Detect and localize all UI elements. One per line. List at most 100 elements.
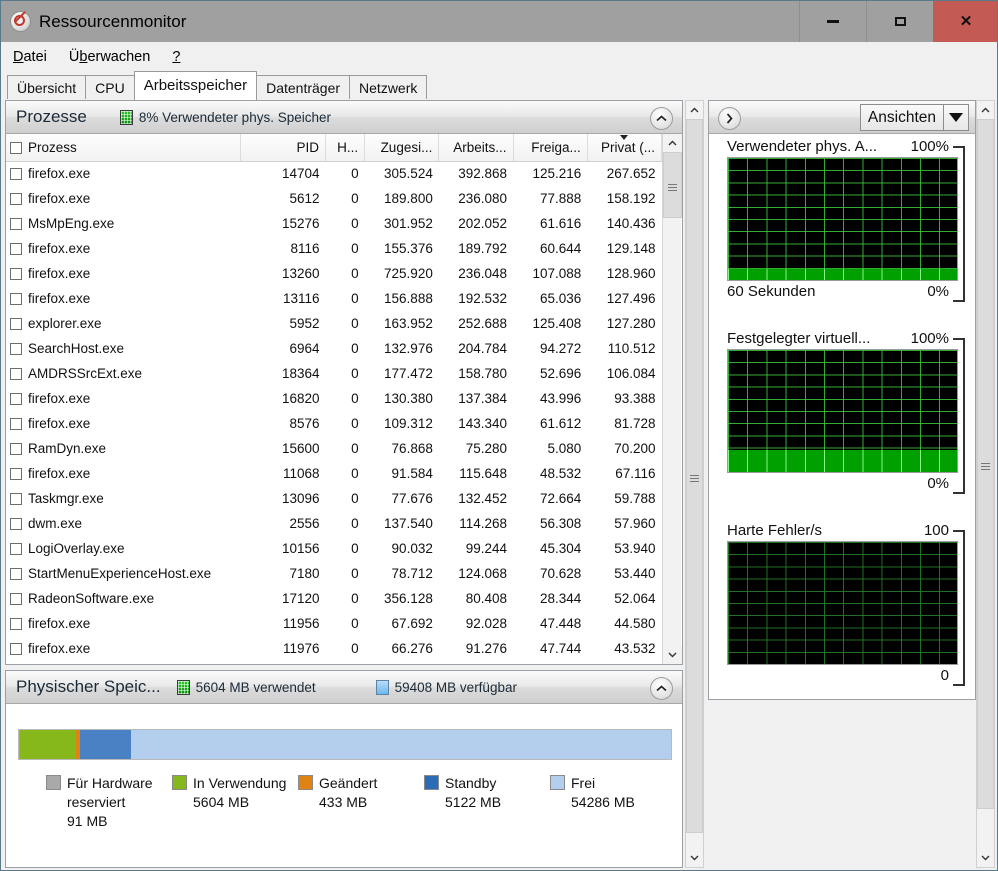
row-checkbox[interactable] [10, 393, 22, 405]
table-row[interactable]: firefox.exe 11956 0 67.692 92.028 47.448 44.58… [6, 611, 662, 636]
table-row[interactable]: LogiOverlay.exe 10156 0 90.032 99.244 45.304 5… [6, 536, 662, 561]
column-header-privat[interactable]: Privat (... [587, 134, 662, 162]
table-row[interactable]: RadeonSoftware.exe 17120 0 356.128 80.408 28.… [6, 586, 662, 611]
row-checkbox[interactable] [10, 568, 22, 580]
row-checkbox[interactable] [10, 593, 22, 605]
column-header-arbeitssatz[interactable]: Arbeits... [438, 134, 514, 162]
graph-time-axis-label: 60 Sekunden [727, 283, 816, 300]
window-scrollbar[interactable] [976, 100, 995, 868]
process-name: MsMpEng.exe [28, 216, 115, 231]
collapse-physical-memory-button[interactable] [650, 677, 673, 700]
column-header-freigegeben[interactable]: Freiga... [513, 134, 588, 162]
table-row[interactable]: firefox.exe 5612 0 189.800 236.080 77.888 158.… [6, 186, 662, 211]
process-private-cell: 81.728 [614, 416, 656, 431]
table-row[interactable]: firefox.exe 11976 0 66.276 91.276 47.744 43.53… [6, 636, 662, 661]
table-row[interactable]: firefox.exe 11068 0 91.584 115.648 48.532 67.1… [6, 461, 662, 486]
menu-item-help[interactable]: ? [172, 49, 180, 65]
row-checkbox[interactable] [10, 543, 22, 555]
row-checkbox[interactable] [10, 368, 22, 380]
table-row[interactable]: firefox.exe 8576 0 109.312 143.340 61.612 81.7… [6, 411, 662, 436]
physical-memory-header[interactable]: Physischer Speic... 5604 MB verwendet 59… [6, 671, 682, 704]
column-header-prozess-label: Prozess [28, 139, 77, 155]
row-checkbox[interactable] [10, 618, 22, 630]
views-dropdown-button[interactable]: Ansichten [859, 104, 969, 131]
tab-uebersicht[interactable]: Übersicht [7, 75, 87, 99]
chevron-right-icon [726, 113, 733, 124]
process-h-cell: 0 [351, 341, 359, 356]
column-header-prozess[interactable]: Prozess [6, 134, 242, 162]
select-all-checkbox[interactable] [10, 141, 22, 154]
tab-netzwerk[interactable]: Netzwerk [349, 75, 428, 99]
window-scroll-down-button[interactable] [977, 849, 994, 867]
row-checkbox[interactable] [10, 318, 22, 330]
row-checkbox[interactable] [10, 493, 22, 505]
table-row[interactable]: explorer.exe 5952 0 163.952 252.688 125.408 12… [6, 311, 662, 336]
graph-fill-grid [728, 450, 957, 472]
row-checkbox[interactable] [10, 268, 22, 280]
column-header-pid[interactable]: PID [240, 134, 326, 162]
collapse-processes-button[interactable] [650, 107, 673, 130]
minimize-button[interactable] [799, 1, 866, 42]
pane-scroll-down-button[interactable] [686, 849, 703, 867]
scroll-down-button[interactable] [663, 646, 682, 664]
table-row[interactable]: dwm.exe 2556 0 137.540 114.268 56.308 57.960 [6, 511, 662, 536]
row-checkbox[interactable] [10, 518, 22, 530]
process-pid-cell: 17120 [281, 591, 320, 606]
scrollbar-thumb[interactable] [663, 152, 682, 218]
process-private-cell: 43.532 [614, 641, 656, 656]
process-shareable-cell: 48.532 [539, 466, 582, 481]
process-committed-cell: 132.976 [384, 341, 433, 356]
legend-label: In Verwendung [193, 775, 287, 791]
process-name: AMDRSSrcExt.exe [28, 366, 143, 381]
tab-cpu[interactable]: CPU [85, 75, 135, 99]
close-button[interactable]: ✕ [933, 1, 997, 42]
views-caret[interactable] [944, 105, 968, 130]
table-row[interactable]: SearchHost.exe 6964 0 132.976 204.784 94.272 1… [6, 336, 662, 361]
expand-graphs-button[interactable] [718, 107, 741, 130]
table-row[interactable]: AMDRSSrcExt.exe 18364 0 177.472 158.780 52.69… [6, 361, 662, 386]
menu-item-datei[interactable]: Datei [13, 49, 47, 65]
process-name: explorer.exe [28, 316, 102, 331]
row-checkbox[interactable] [10, 293, 22, 305]
chevron-down-icon [690, 855, 699, 861]
left-pane-scrollbar[interactable] [685, 100, 704, 868]
table-row[interactable]: RamDyn.exe 15600 0 76.868 75.280 5.080 70.200 [6, 436, 662, 461]
maximize-button[interactable] [866, 1, 933, 42]
table-row[interactable]: firefox.exe 13260 0 725.920 236.048 107.088 12… [6, 261, 662, 286]
process-h-cell: 0 [351, 591, 359, 606]
row-checkbox[interactable] [10, 243, 22, 255]
window-scrollbar-thumb[interactable] [977, 119, 994, 809]
table-row[interactable]: firefox.exe 14704 0 305.524 392.868 125.216 26… [6, 161, 662, 186]
graph-scale-bracket [953, 338, 965, 494]
table-row[interactable]: MsMpEng.exe 15276 0 301.952 202.052 61.616 140… [6, 211, 662, 236]
window-scroll-up-button[interactable] [977, 101, 994, 119]
column-header-h[interactable]: H... [325, 134, 366, 162]
processes-panel-header[interactable]: Prozesse 8% Verwendeter phys. Speicher [6, 101, 682, 134]
table-row[interactable]: firefox.exe 16820 0 130.380 137.384 43.996 93.… [6, 386, 662, 411]
menu-item-ueberwachen[interactable]: Überwachen [69, 49, 150, 65]
tab-arbeitsspeicher[interactable]: Arbeitsspeicher [133, 71, 258, 100]
processes-table: Prozess PID H... Zugesi... Arbeits... Fr… [6, 134, 662, 661]
row-checkbox[interactable] [10, 168, 22, 181]
pane-scroll-up-button[interactable] [686, 101, 703, 119]
table-row[interactable]: Taskmgr.exe 13096 0 77.676 132.452 72.664 59.7… [6, 486, 662, 511]
process-private-cell: 110.512 [607, 341, 656, 356]
pane-scrollbar-thumb[interactable] [686, 119, 703, 833]
table-row[interactable]: firefox.exe 13116 0 156.888 192.532 65.036 127… [6, 286, 662, 311]
table-row[interactable]: StartMenuExperienceHost.exe 7180 0 78.712 12… [6, 561, 662, 586]
graph-footer: 60 Sekunden 0% [709, 281, 975, 300]
scroll-up-button[interactable] [663, 134, 682, 152]
column-header-zugesichert[interactable]: Zugesi... [364, 134, 440, 162]
row-checkbox[interactable] [10, 418, 22, 430]
row-checkbox[interactable] [10, 193, 22, 205]
processes-vertical-scrollbar[interactable] [662, 134, 682, 664]
row-checkbox[interactable] [10, 643, 22, 655]
process-h-cell: 0 [351, 216, 359, 231]
tab-datentraeger[interactable]: Datenträger [256, 75, 351, 99]
graph-footer: 0 [709, 665, 975, 684]
row-checkbox[interactable] [10, 468, 22, 480]
row-checkbox[interactable] [10, 343, 22, 355]
row-checkbox[interactable] [10, 443, 22, 455]
row-checkbox[interactable] [10, 218, 22, 230]
table-row[interactable]: firefox.exe 8116 0 155.376 189.792 60.644 129.… [6, 236, 662, 261]
